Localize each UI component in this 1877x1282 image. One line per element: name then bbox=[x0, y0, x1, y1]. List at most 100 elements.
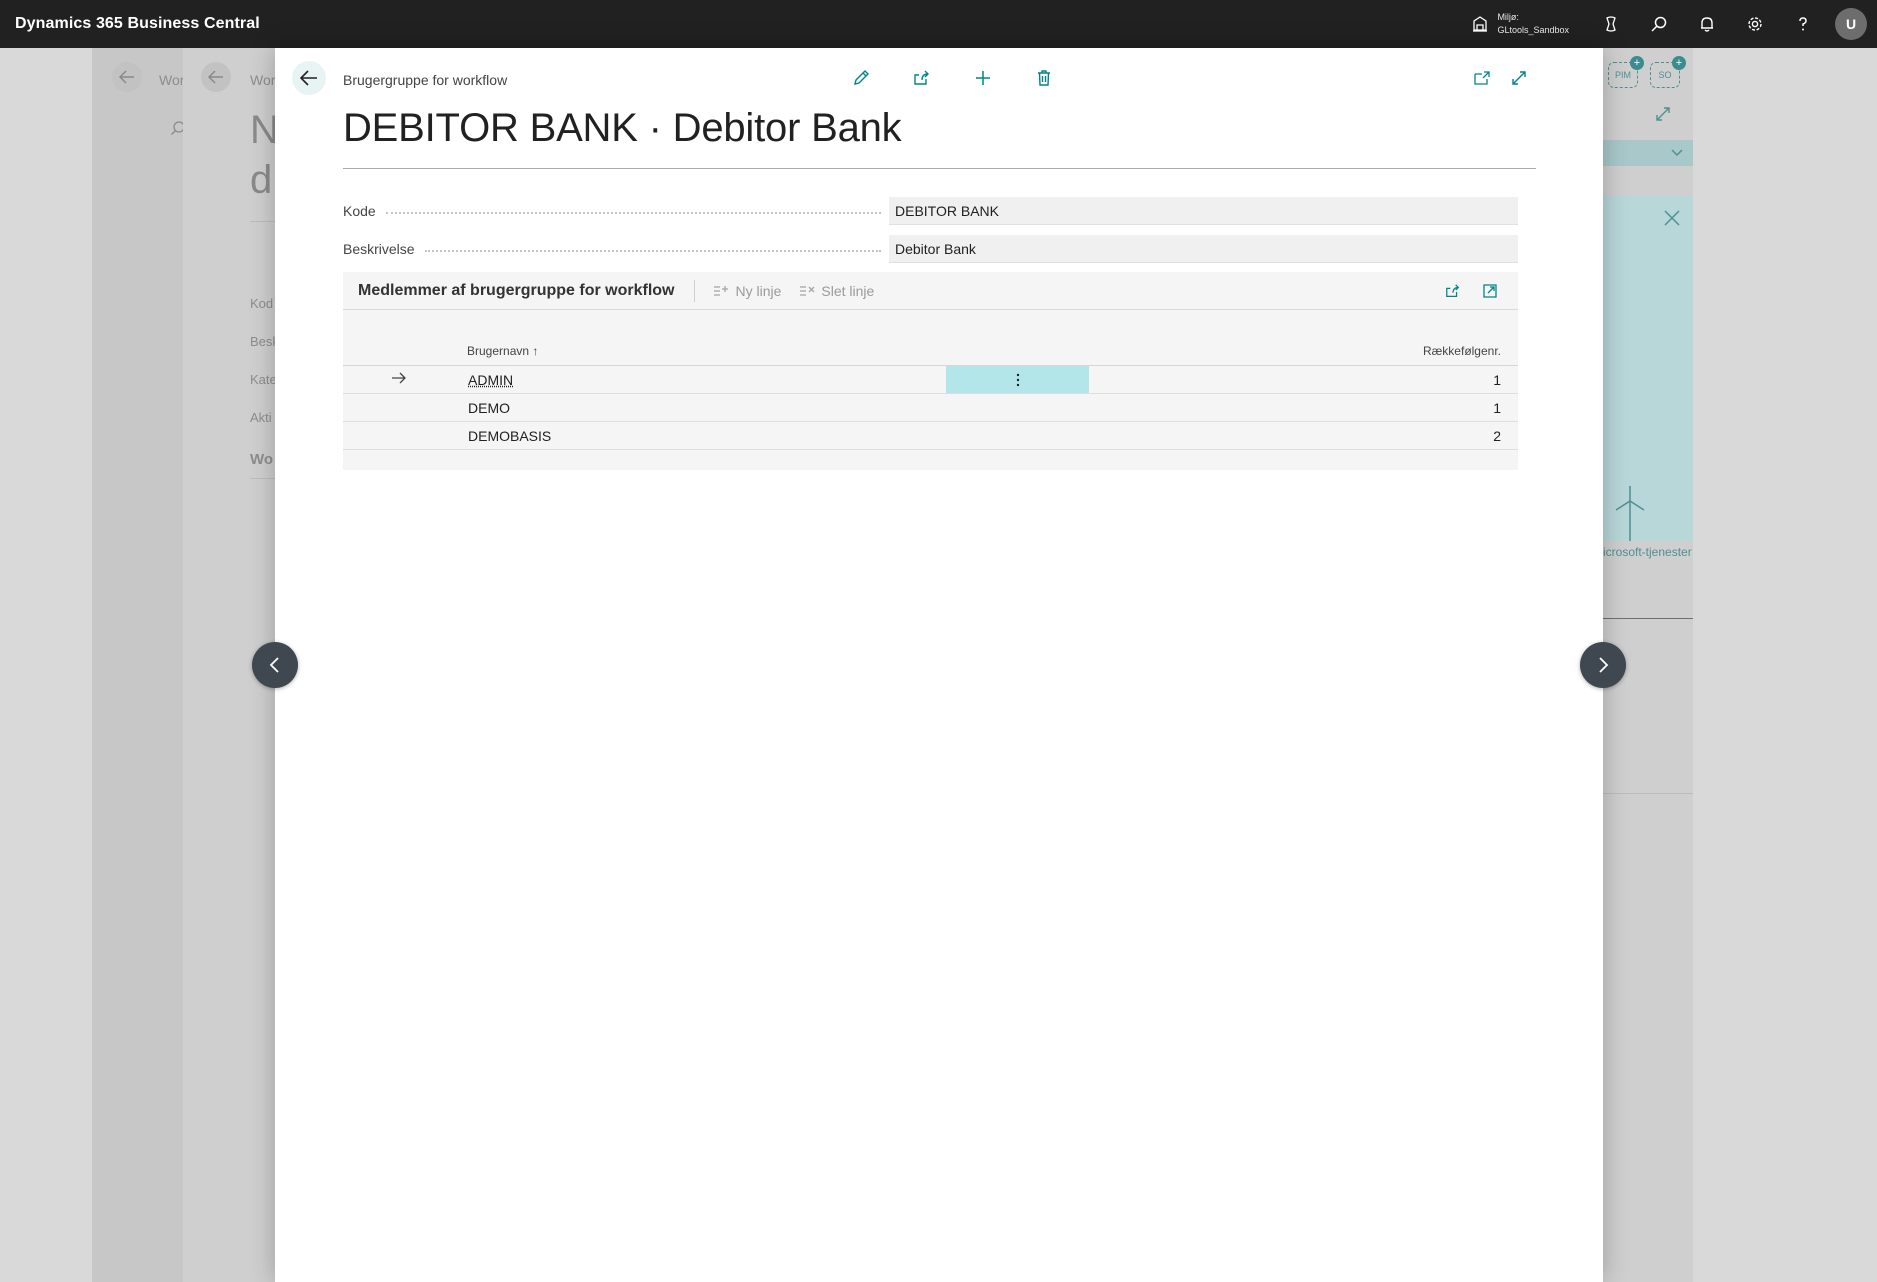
new-line-button[interactable]: Ny linje bbox=[713, 283, 781, 299]
expand-button[interactable] bbox=[1500, 58, 1537, 98]
grid-footer bbox=[343, 450, 1518, 470]
plus-icon bbox=[975, 71, 990, 85]
user-avatar[interactable]: U bbox=[1835, 8, 1867, 40]
new-line-icon bbox=[714, 285, 729, 296]
sequence-cell[interactable]: 2 bbox=[1493, 428, 1501, 444]
column-header-sequence[interactable]: Rækkefølgenr. bbox=[1423, 344, 1501, 358]
edit-pencil-icon bbox=[853, 70, 869, 85]
new-line-label: Ny linje bbox=[735, 282, 782, 299]
description-label: Beskrivelse bbox=[343, 241, 415, 257]
help-icon[interactable] bbox=[1779, 0, 1827, 48]
background-back-button-1[interactable] bbox=[112, 62, 142, 92]
current-row-arrow-icon bbox=[392, 372, 406, 384]
environment-icon bbox=[1473, 16, 1488, 32]
part-share-button[interactable] bbox=[1434, 281, 1471, 301]
notification-bell-icon[interactable] bbox=[1683, 0, 1731, 48]
badge-so-add-icon: + bbox=[1672, 56, 1686, 70]
background-wind-turbine-icon bbox=[1615, 486, 1645, 541]
members-grid: Brugernavn ↑ Rækkefølgenr. ADMIN 1 DEMO … bbox=[343, 310, 1518, 470]
open-in-new-window-icon bbox=[1482, 284, 1497, 298]
delete-button[interactable] bbox=[1013, 58, 1074, 98]
badge-pim-label: PIM bbox=[1614, 70, 1631, 80]
record-title: DEBITOR BANK · Debitor Bank bbox=[343, 106, 902, 150]
background-factbox-card bbox=[1603, 196, 1693, 541]
table-row[interactable]: DEMOBASIS 2 bbox=[343, 422, 1518, 450]
expand-icon bbox=[1511, 71, 1526, 85]
code-field-row: Kode DEBITOR BANK bbox=[343, 197, 1518, 225]
delete-line-label: Slet linje bbox=[821, 282, 875, 299]
badge-pim-add-icon: + bbox=[1630, 56, 1644, 70]
background-section-title: Wo bbox=[250, 451, 274, 468]
background-field-label-3: Kate bbox=[250, 372, 277, 387]
background-factbox-link[interactable]: icrosoft-tjenester bbox=[1603, 545, 1692, 559]
badge-pim[interactable]: PIM + bbox=[1608, 56, 1644, 88]
grid-header: Brugernavn ↑ Rækkefølgenr. bbox=[343, 310, 1518, 366]
delete-line-icon bbox=[800, 285, 815, 296]
trash-icon bbox=[1037, 70, 1050, 86]
title-divider bbox=[343, 168, 1536, 169]
code-leader-dots bbox=[385, 212, 881, 214]
column-header-user-label: Brugernavn bbox=[467, 344, 530, 358]
background-title-1: Wor bbox=[159, 72, 185, 88]
user-name-cell[interactable]: ADMIN bbox=[468, 372, 513, 388]
user-name-cell[interactable]: DEMO bbox=[468, 400, 510, 416]
background-close-icon[interactable] bbox=[1663, 209, 1681, 227]
edit-button[interactable] bbox=[830, 58, 891, 98]
app-bar: Dynamics 365 Business Central Miljø: GLt… bbox=[0, 0, 1877, 48]
modal-back-button[interactable] bbox=[292, 61, 326, 95]
sequence-cell[interactable]: 1 bbox=[1493, 400, 1501, 416]
members-part-title[interactable]: Medlemmer af brugergruppe for workflow bbox=[358, 282, 674, 300]
background-title-2: Wor bbox=[250, 72, 276, 88]
user-name-cell[interactable]: DEMOBASIS bbox=[468, 428, 551, 444]
background-field-label-4: Akti bbox=[250, 410, 272, 425]
background-factbox-divider-2 bbox=[1603, 793, 1693, 794]
members-part: Medlemmer af brugergruppe for workflow N… bbox=[343, 272, 1518, 470]
code-field[interactable]: DEBITOR BANK bbox=[889, 197, 1518, 225]
share-icon bbox=[913, 70, 929, 85]
previous-record-button[interactable] bbox=[252, 642, 298, 688]
table-row[interactable]: DEMO 1 bbox=[343, 394, 1518, 422]
environment-indicator[interactable]: Miljø: GLtools_Sandbox bbox=[1471, 11, 1569, 37]
environment-label: Miljø: bbox=[1497, 12, 1519, 22]
record-modal: Brugergruppe for workflow DEBITOR BANK ·… bbox=[275, 48, 1603, 1282]
column-header-user[interactable]: Brugernavn ↑ bbox=[467, 344, 538, 358]
page-caption: Brugergruppe for workflow bbox=[343, 72, 508, 88]
window-actions bbox=[1463, 58, 1537, 98]
share-button[interactable] bbox=[891, 58, 952, 98]
sequence-cell[interactable]: 1 bbox=[1493, 372, 1501, 388]
app-title[interactable]: Dynamics 365 Business Central bbox=[15, 15, 260, 33]
table-row[interactable]: ADMIN 1 bbox=[343, 366, 1518, 394]
sort-ascending-icon: ↑ bbox=[532, 344, 539, 358]
search-icon[interactable] bbox=[1635, 0, 1683, 48]
environment-name: GLtools_Sandbox bbox=[1497, 25, 1569, 35]
back-arrow-icon bbox=[300, 70, 317, 86]
new-record-button[interactable] bbox=[952, 58, 1013, 98]
open-new-window-button[interactable] bbox=[1463, 58, 1500, 98]
background-big-title-2: d bbox=[250, 158, 273, 202]
part-tools bbox=[1434, 281, 1508, 301]
badge-so-label: SO bbox=[1658, 70, 1672, 80]
delete-line-button[interactable]: Slet linje bbox=[799, 283, 874, 299]
chevron-right-icon bbox=[1599, 657, 1609, 673]
background-expand-icon[interactable] bbox=[1655, 106, 1671, 127]
background-back-button-2[interactable] bbox=[201, 62, 231, 92]
description-field[interactable]: Debitor Bank bbox=[889, 235, 1518, 263]
toolbar-separator bbox=[694, 279, 696, 302]
share-icon bbox=[1445, 284, 1459, 297]
background-field-label-1: Kod bbox=[250, 296, 274, 311]
action-bar bbox=[830, 58, 1074, 98]
description-field-row: Beskrivelse Debitor Bank bbox=[343, 235, 1518, 263]
more-options-icon bbox=[1016, 373, 1019, 386]
code-label: Kode bbox=[343, 203, 376, 219]
background-factbox-divider bbox=[1603, 618, 1693, 619]
next-record-button[interactable] bbox=[1580, 642, 1626, 688]
members-part-header: Medlemmer af brugergruppe for workflow N… bbox=[343, 272, 1518, 310]
background-factbox-header bbox=[1603, 140, 1693, 166]
badge-so[interactable]: SO + bbox=[1650, 56, 1686, 88]
background-badges: PIM + SO + bbox=[1608, 56, 1686, 88]
row-actions-menu[interactable] bbox=[946, 366, 1089, 393]
chevron-left-icon bbox=[269, 657, 279, 673]
copilot-icon[interactable] bbox=[1587, 0, 1635, 48]
part-expand-button[interactable] bbox=[1471, 281, 1508, 301]
settings-gear-icon[interactable] bbox=[1731, 0, 1779, 48]
